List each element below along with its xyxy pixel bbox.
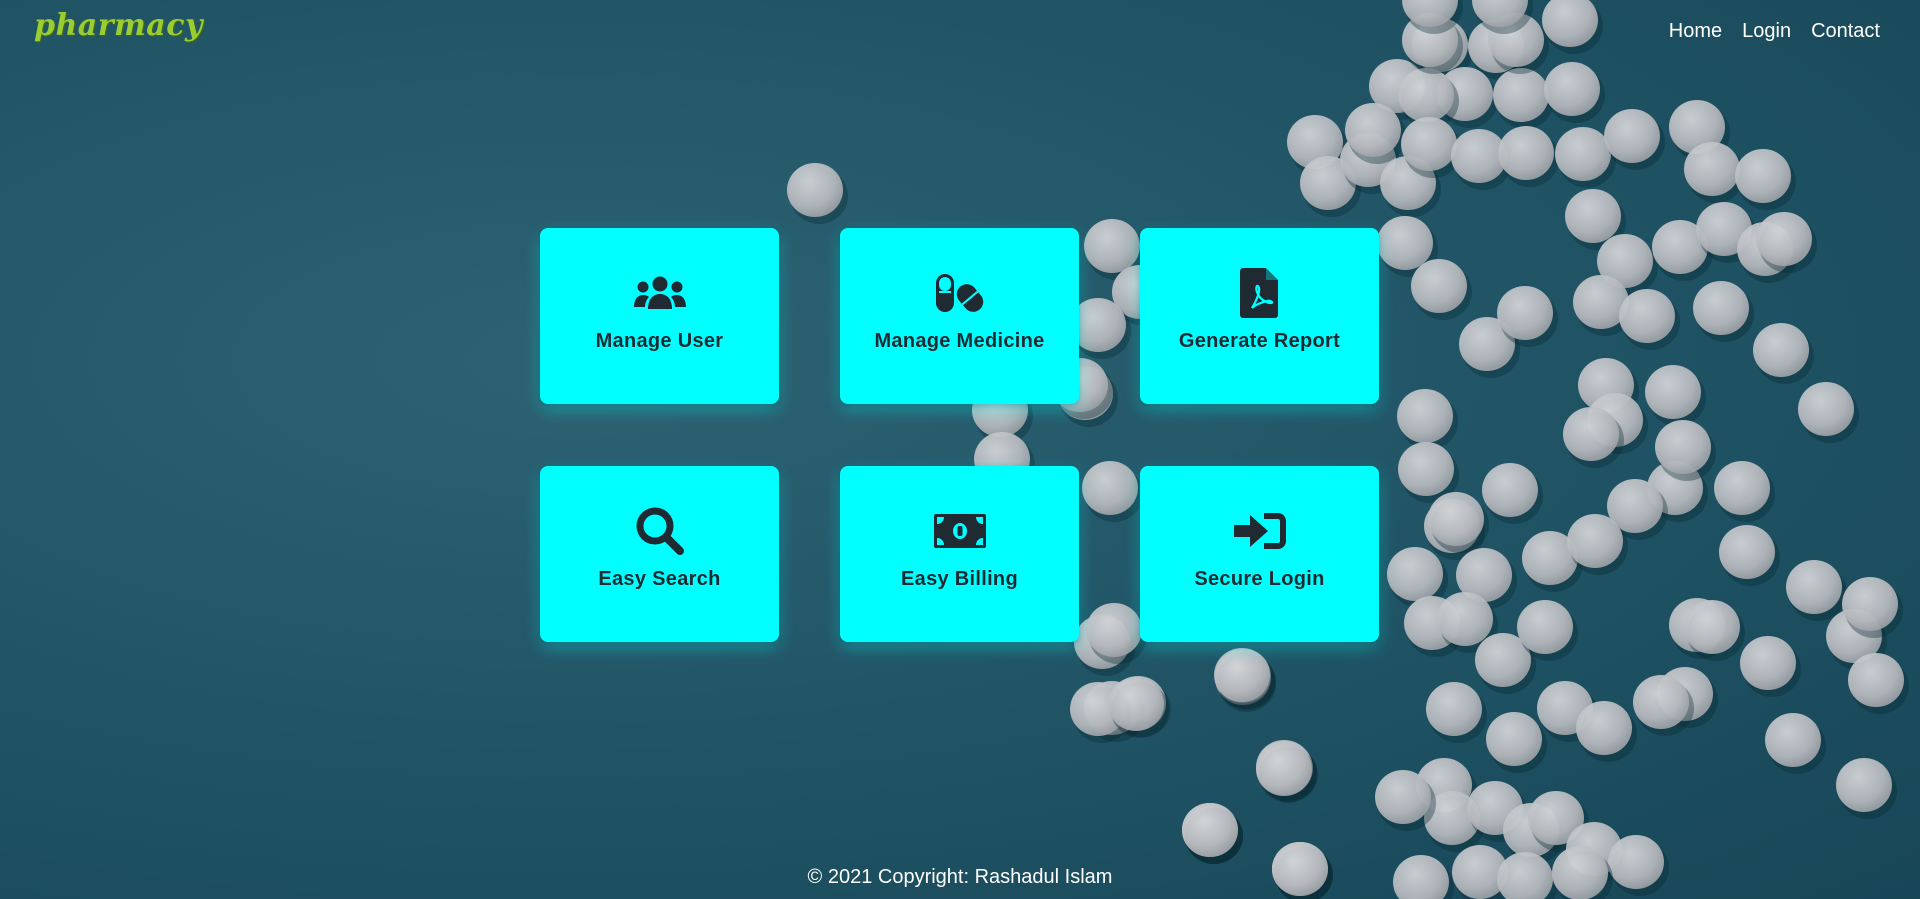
pill	[1437, 592, 1493, 646]
pill	[1735, 149, 1791, 203]
pill	[1377, 216, 1433, 270]
pill	[1693, 281, 1749, 335]
money-bill-icon	[933, 506, 987, 556]
pill	[1684, 600, 1740, 654]
manage-medicine-card[interactable]: Manage Medicine	[840, 228, 1079, 404]
pill	[1555, 127, 1611, 181]
pill	[1214, 648, 1270, 702]
nav-link-contact[interactable]: Contact	[1811, 20, 1880, 43]
pill	[1765, 713, 1821, 767]
manage-user-card[interactable]: Manage User	[540, 228, 779, 404]
pill	[1786, 560, 1842, 614]
pill	[1798, 382, 1854, 436]
pill	[1401, 117, 1457, 171]
nav-link-home[interactable]: Home	[1669, 20, 1722, 43]
pill	[1108, 677, 1164, 731]
pill	[1256, 742, 1312, 796]
pill	[1756, 212, 1812, 266]
pill	[1563, 407, 1619, 461]
pill	[1567, 514, 1623, 568]
pill	[1619, 289, 1675, 343]
sign-in-icon	[1233, 506, 1287, 556]
pills-background-image	[787, 0, 1909, 899]
footer-copyright: © 2021 Copyright: Rashadul Islam	[807, 866, 1113, 888]
pill	[1397, 389, 1453, 443]
pill	[1544, 62, 1600, 116]
pill	[1655, 420, 1711, 474]
pill	[1714, 461, 1770, 515]
easy-search-card[interactable]: Easy Search	[540, 466, 779, 642]
users-icon	[633, 268, 687, 318]
pill	[1084, 219, 1140, 273]
pill	[1604, 109, 1660, 163]
pill	[1182, 803, 1238, 857]
pill	[1345, 103, 1401, 157]
easy-billing-card[interactable]: Easy Billing	[840, 466, 1079, 642]
pill	[1645, 365, 1701, 419]
pill	[1684, 142, 1740, 196]
nav-link-login[interactable]: Login	[1742, 20, 1791, 43]
pill	[1082, 461, 1138, 515]
pill	[1398, 442, 1454, 496]
pill	[1740, 636, 1796, 690]
pill	[1517, 600, 1573, 654]
pill	[1482, 463, 1538, 517]
generate-report-card[interactable]: Generate Report	[1140, 228, 1379, 404]
secure-login-card[interactable]: Secure Login	[1140, 466, 1379, 642]
card-label: Manage User	[595, 330, 724, 352]
card-label: Easy Billing	[901, 568, 1018, 590]
page: pharmacy Home Login Contact Manage User	[0, 0, 1920, 899]
top-navigation: Home Login Contact	[1669, 20, 1880, 43]
card-label: Generate Report	[1178, 330, 1341, 352]
brand-logo[interactable]: pharmacy	[34, 8, 203, 43]
pill	[1633, 675, 1689, 729]
pdf-file-icon	[1233, 268, 1287, 318]
pill	[1086, 603, 1142, 657]
pill	[1375, 770, 1431, 824]
pill	[1836, 758, 1892, 812]
search-icon	[633, 506, 687, 556]
pill	[1411, 259, 1467, 313]
pill	[1842, 577, 1898, 631]
pill	[1387, 547, 1443, 601]
pill	[1753, 323, 1809, 377]
pill	[1498, 126, 1554, 180]
pill	[1576, 701, 1632, 755]
card-label: Manage Medicine	[874, 330, 1045, 352]
pills-icon	[933, 268, 987, 318]
pill	[1398, 68, 1454, 122]
pill	[1493, 68, 1549, 122]
card-label: Easy Search	[598, 568, 721, 590]
pill	[787, 163, 843, 217]
pill	[1428, 492, 1484, 546]
pill	[1486, 712, 1542, 766]
card-label: Secure Login	[1194, 568, 1325, 590]
pill	[1426, 682, 1482, 736]
pill	[1848, 653, 1904, 707]
pill	[1565, 189, 1621, 243]
pill	[1719, 525, 1775, 579]
pill	[1497, 286, 1553, 340]
